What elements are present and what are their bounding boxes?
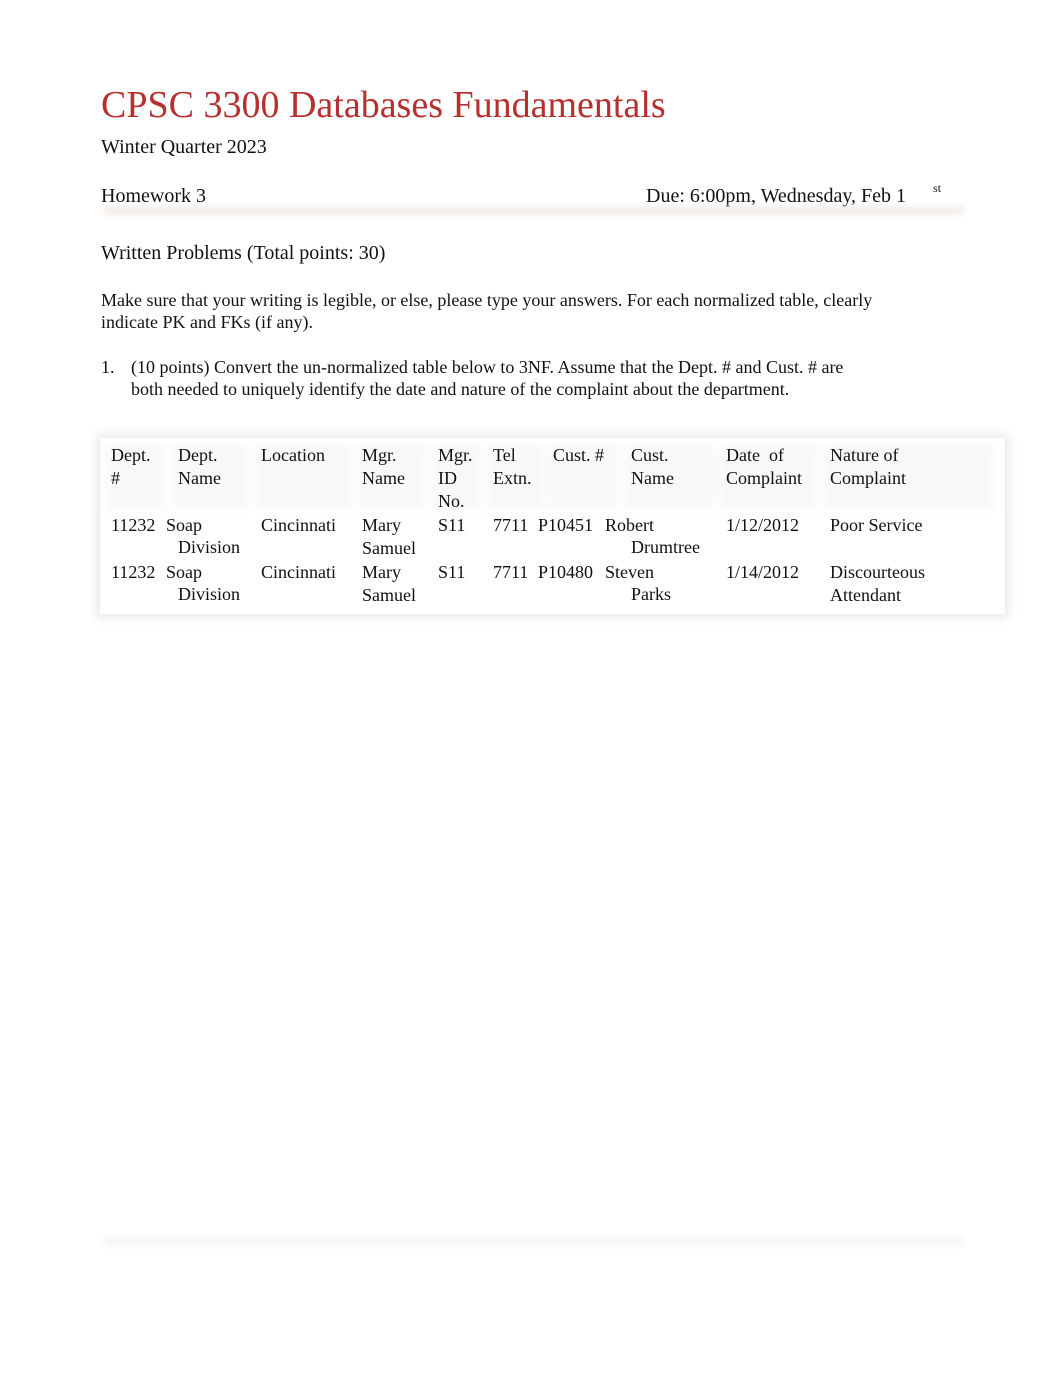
table-cell: 11232 [111,562,156,582]
table-header-cell: Dept. Name [178,445,221,488]
table-cell: Cincinnati [261,515,336,535]
header-divider [104,204,964,216]
table-header-cell: Tel Extn. [493,445,532,488]
table-cell: Discourteous Attendant [830,562,925,605]
table-cell: 1/12/2012 [726,515,800,535]
unnormalized-table: Dept. # Dept. Name Location Mgr. Name Mgr. I… [100,438,1005,614]
due-date-suffix: st [933,181,942,195]
footer-divider [104,1235,964,1247]
problem-text: (10 points) Convert the un-normalized ta… [131,357,844,399]
table-cell: P10480 [538,562,594,582]
table-cell: S11 [438,562,466,582]
table-cell: P10451 [538,515,594,535]
table-header-cell: Date of Complaint [726,445,802,488]
course-title: CPSC 3300 Databases Fundamentals [101,84,666,126]
problem-number: 1. [101,357,115,377]
section-heading: Written Problems (Total points: 30) [101,242,386,264]
table-header-cell: Cust. # [553,445,605,465]
table-cell: Division [178,584,241,604]
table-cell: Poor Service [830,515,923,535]
table-cell: 7711 [493,515,529,535]
table-cell: Steven [605,562,654,582]
table-cell: 1/14/2012 [726,562,800,582]
table-header-cell: Mgr. ID No. [438,445,473,511]
table-cell: Mary Samuel [362,562,416,605]
table-cell: Parks [631,584,671,604]
table-cell: 7711 [493,562,529,582]
table-header-cell: Mgr. Name [362,445,405,488]
table-header-cell: Cust. Name [631,445,674,488]
table-cell: 11232 [111,515,156,535]
table-cell: Robert [605,515,654,535]
table-cell: Mary Samuel [362,515,416,558]
table-cell: Drumtree [631,537,700,557]
table-cell: Cincinnati [261,562,336,582]
table-header-cell: Location [261,445,325,465]
table-cell: Division [178,537,241,557]
table-cell: Soap [166,515,202,535]
term-label: Winter Quarter 2023 [101,136,267,158]
instructions-paragraph: Make sure that your writing is legible, … [101,290,873,332]
document-page: CPSC 3300 Databases Fundamentals Winter … [0,0,1062,1377]
table-header-cell: Dept. # [111,445,151,488]
table-header-cell: Nature of Complaint [830,445,906,488]
table-cell: Soap [166,562,202,582]
table-cell: S11 [438,515,466,535]
